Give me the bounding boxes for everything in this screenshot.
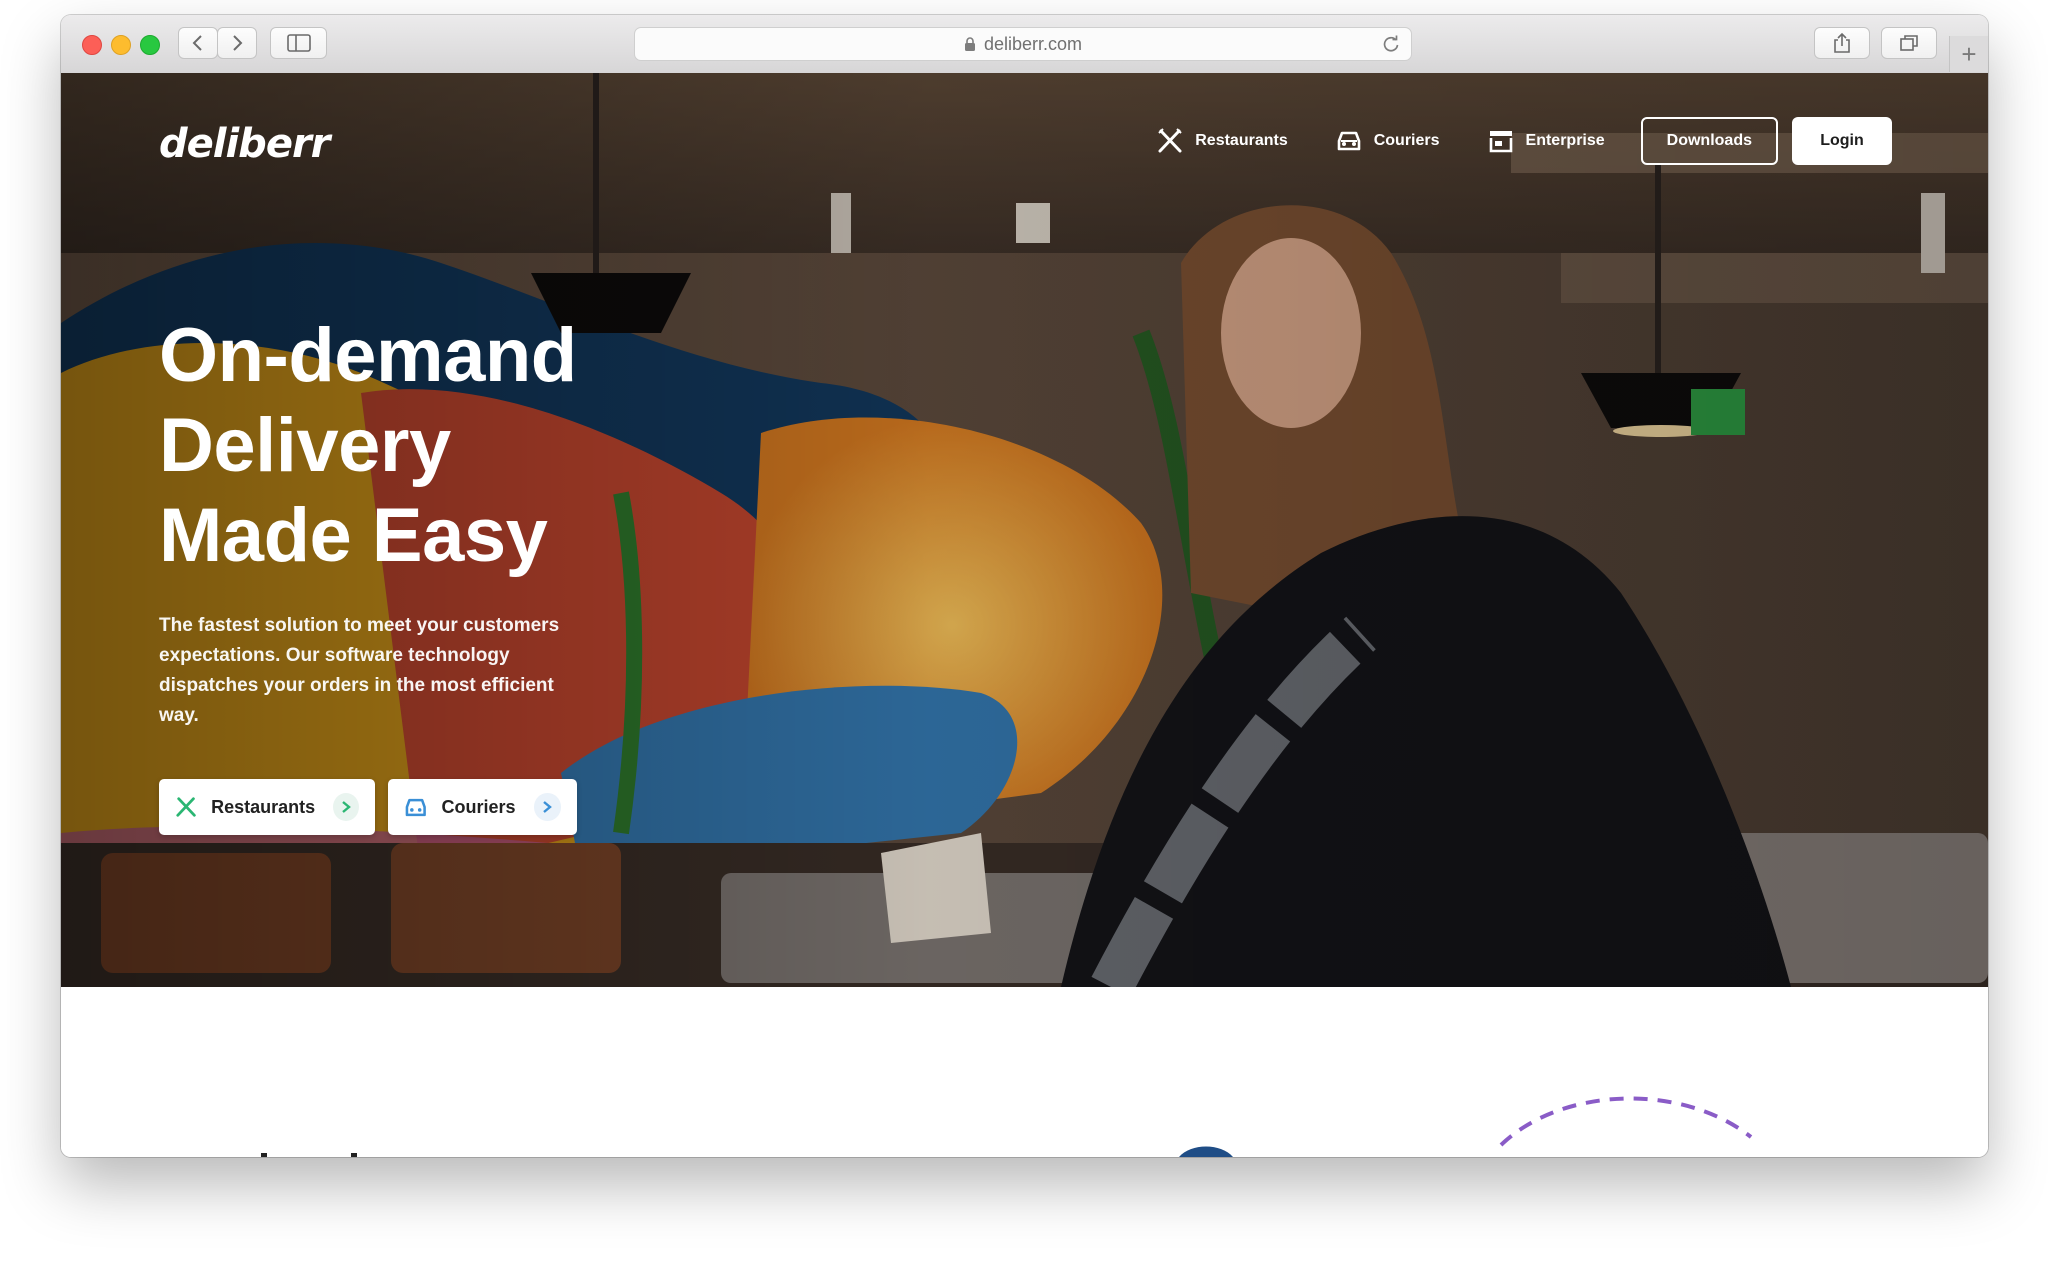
car-icon [405, 798, 426, 817]
hero-title-line: On-demand [159, 313, 577, 398]
sidebar-icon [286, 34, 311, 52]
back-button[interactable] [178, 27, 218, 59]
chevron-right-icon [233, 35, 243, 51]
close-window-button[interactable] [82, 35, 102, 55]
cta-couriers-label: Couriers [441, 796, 516, 817]
nav-enterprise-label: Enterprise [1525, 132, 1605, 149]
hero-section: deliberr Restaurants Couriers Enterprise… [61, 73, 1988, 987]
nav-couriers-label: Couriers [1373, 132, 1440, 149]
reload-icon[interactable] [1381, 34, 1401, 54]
address-text: deliberr.com [983, 33, 1083, 54]
browser-window: deliberr.com + deliberr Restaurants Cour… [61, 15, 1988, 1157]
store-icon [1489, 131, 1512, 153]
login-button[interactable]: Login [1792, 117, 1892, 165]
share-icon [1834, 32, 1850, 53]
downloads-button[interactable]: Downloads [1640, 117, 1778, 165]
zoom-window-button[interactable] [140, 35, 160, 55]
new-tab-button[interactable]: + [1949, 36, 1988, 72]
deliberr-logo[interactable]: deliberr [159, 121, 330, 167]
fork-knife-icon [1158, 128, 1182, 153]
share-button[interactable] [1814, 27, 1870, 59]
chevron-right-icon [533, 793, 561, 821]
cta-couriers-button[interactable]: Couriers [388, 779, 577, 835]
minimize-window-button[interactable] [111, 35, 131, 55]
lock-icon [964, 36, 975, 51]
main-nav: Restaurants Couriers Enterprise Download… [1109, 117, 1892, 165]
chevron-left-icon [192, 35, 202, 51]
hero-subtitle: The fastest solution to meet your custom… [159, 615, 560, 726]
hero-title-line: Made Easy [159, 493, 548, 578]
tabs-overview-button[interactable] [1881, 27, 1937, 59]
nav-restaurants-label: Restaurants [1195, 132, 1288, 149]
fork-knife-icon [176, 797, 196, 817]
nav-enterprise[interactable]: Enterprise [1488, 129, 1605, 153]
sidebar-toggle-button[interactable] [270, 27, 327, 59]
browser-toolbar: deliberr.com + [61, 15, 1988, 74]
car-icon [1337, 131, 1361, 151]
address-bar[interactable]: deliberr.com [634, 27, 1412, 61]
cta-restaurants-button[interactable]: Restaurants [159, 779, 375, 835]
cta-restaurants-label: Restaurants [211, 796, 316, 817]
forward-button[interactable] [217, 27, 257, 59]
tabs-icon [1900, 35, 1918, 51]
chevron-right-icon [333, 793, 359, 821]
nav-restaurants[interactable]: Restaurants [1157, 128, 1288, 154]
hero-title-line: Delivery [159, 403, 451, 488]
nav-couriers[interactable]: Couriers [1336, 129, 1440, 153]
hero-title: On-demand Delivery Made Easy [159, 311, 759, 581]
section-decoration [261, 1096, 1753, 1157]
page-content: deliberr Restaurants Couriers Enterprise… [61, 73, 1988, 1157]
